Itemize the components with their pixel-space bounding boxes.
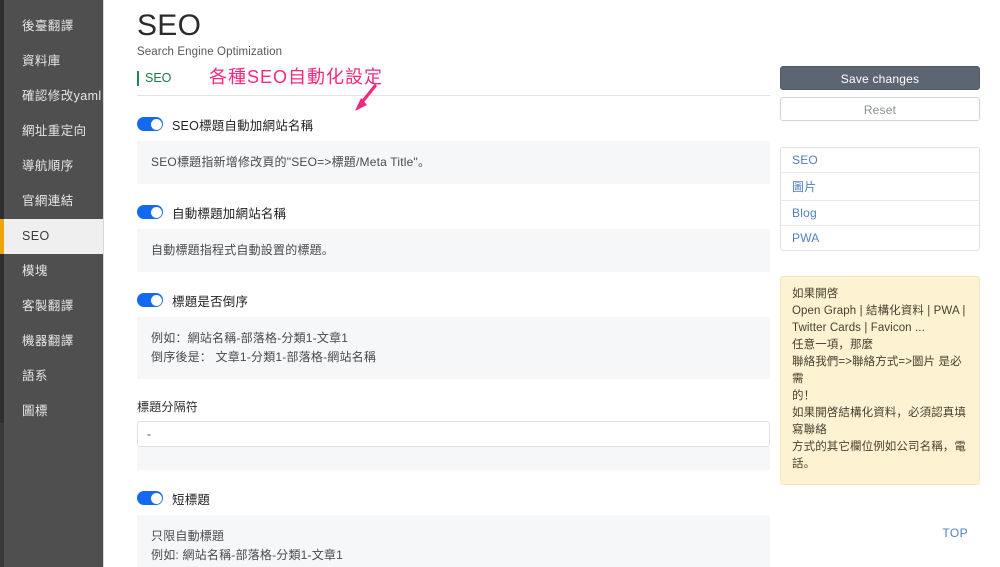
info-note-line: 任意一項，那麼 [792, 339, 874, 351]
setting-1-toggle[interactable] [137, 117, 163, 131]
related-link-1[interactable]: SEO [781, 148, 979, 173]
setting-description: SEO標題指新增修改頁的"SEO=>標題/Meta Title"。 [137, 141, 770, 184]
sidebar-item-5[interactable]: 導航順序 [0, 149, 103, 184]
setting-1-label: SEO標題自動加網站名稱 [172, 118, 314, 133]
info-note-line: 如果開啓 [792, 288, 839, 300]
related-link-3[interactable]: Blog [781, 201, 979, 226]
info-note-line: Twitter Cards | Favicon ... [792, 322, 925, 334]
save-changes-button[interactable]: Save changes [780, 66, 980, 90]
short-title-toggle[interactable] [137, 491, 163, 505]
short-title-description: 只限自動標題例如: 網站名稱-部落格-分類1-文章1短標題：網站名稱-文章1(3… [137, 515, 770, 567]
setting-2-label: 自動標題加網站名稱 [172, 206, 287, 221]
info-note: 如果開啓 Open Graph | 結構化資料 | PWA | Twitter Ca… [780, 276, 980, 485]
sidebar-item-2[interactable]: 資料庫 [0, 44, 103, 79]
setting-1-row: SEO標題自動加網站名稱 [137, 115, 770, 133]
page-subtitle: Search Engine Optimization [137, 46, 283, 58]
setting-3-label: 標題是否倒序 [172, 294, 249, 309]
title-separator-input[interactable] [137, 421, 770, 447]
back-to-top-link[interactable]: TOP [942, 526, 968, 540]
description-line: 例如: 網站名稱-部落格-分類1-文章1 [151, 548, 344, 562]
setting-3-row: 標題是否倒序 [137, 291, 770, 309]
setting-field: 標題是否倒序例如：網站名稱-部落格-分類1-文章1 倒序後是： 文章1-分類1-部… [137, 291, 770, 379]
related-links-list: SEO 圖片 Blog PWA [780, 147, 980, 251]
setting-description: 自動標題指程式自動設置的標題。 [137, 229, 770, 272]
short-title-field: 短標題只限自動標題例如: 網站名稱-部落格-分類1-文章1短標題：網站名稱-文章… [137, 489, 770, 567]
info-note-line: 方式的其它欄位例如公司名稱，電話。 [792, 441, 966, 470]
setting-2-toggle[interactable] [137, 205, 163, 219]
main-content: SEO Search Engine Optimization SEO 各種SEO… [104, 0, 1000, 567]
sidebar-item-6[interactable]: 官網連結 [0, 184, 103, 219]
description-line: 只限自動標題 [151, 529, 225, 543]
sidebar-item-10[interactable]: 機器翻譯 [0, 324, 103, 359]
sidebar-item-12[interactable]: 圖標 [0, 394, 103, 429]
tab-bar: SEO 各種SEO自動化設定 [137, 67, 770, 96]
sidebar: 後臺翻譯 資料庫 確認修改yaml 網址重定向 導航順序 官網連結 SEO 模塊 客製翻譯 機器翻… [0, 0, 104, 567]
info-note-line: 的！ [792, 390, 816, 402]
title-separator-helper-strip [137, 447, 770, 470]
setting-3-toggle[interactable] [137, 293, 163, 307]
sidebar-menu: 後臺翻譯 資料庫 確認修改yaml 網址重定向 導航順序 官網連結 SEO 模塊 客製翻譯 機器翻… [0, 0, 103, 429]
info-note-line: Open Graph | 結構化資料 | PWA | [792, 305, 966, 317]
setting-field: 自動標題加網站名稱自動標題指程式自動設置的標題。 [137, 203, 770, 272]
settings-list: SEO標題自動加網站名稱 SEO標題指新增修改頁的"SEO=>標題/Meta Ti… [137, 96, 770, 567]
reset-button[interactable]: Reset [780, 97, 980, 121]
description-line: 自動標題指程式自動設置的標題。 [151, 243, 335, 257]
annotation-text: 各種SEO自動化設定 [209, 67, 384, 87]
setting-field: SEO標題自動加網站名稱 SEO標題指新增修改頁的"SEO=>標題/Meta Ti… [137, 115, 770, 184]
setting-description: 例如：網站名稱-部落格-分類1-文章1 倒序後是： 文章1-分類1-部落格-網站名… [137, 317, 770, 379]
tab-seo[interactable]: SEO [137, 71, 179, 86]
related-link-2[interactable]: 圖片 [781, 173, 979, 201]
sidebar-item-11[interactable]: 語系 [0, 359, 103, 394]
info-note-line: 如果開啓結構化資料，必須認真填寫聯絡 [792, 407, 966, 436]
sidebar-item-7[interactable]: SEO [0, 219, 103, 254]
description-line: 倒序後是： 文章1-分類1-部落格-網站名稱 [151, 350, 377, 364]
sidebar-item-1[interactable]: 後臺翻譯 [0, 9, 103, 44]
sidebar-item-4[interactable]: 網址重定向 [0, 114, 103, 149]
short-title-label: 短標題 [172, 492, 211, 507]
sidebar-item-8[interactable]: 模塊 [0, 254, 103, 289]
short-title-row: 短標題 [137, 489, 770, 507]
sidebar-item-3[interactable]: 確認修改yaml [0, 79, 103, 114]
related-link-4[interactable]: PWA [781, 226, 979, 250]
setting-2-row: 自動標題加網站名稱 [137, 203, 770, 221]
title-separator-label: 標題分隔符 [137, 400, 199, 414]
title-separator-field: 標題分隔符 [137, 398, 770, 470]
app-root: 後臺翻譯 資料庫 確認修改yaml 網址重定向 導航順序 官網連結 SEO 模塊 客製翻譯 機器翻… [0, 0, 1000, 567]
right-panel: Save changes Reset SEO 圖片 Blog PWA 如果開啓 Open… [780, 66, 980, 485]
info-note-line: 聯絡我們=>聯絡方式=>圖片 是必需 [792, 356, 962, 385]
description-line: SEO標題指新增修改頁的"SEO=>標題/Meta Title"。 [151, 155, 431, 169]
sidebar-item-9[interactable]: 客製翻譯 [0, 289, 103, 324]
page-title: SEO [137, 9, 202, 42]
description-line: 例如：網站名稱-部落格-分類1-文章1 [151, 331, 349, 345]
